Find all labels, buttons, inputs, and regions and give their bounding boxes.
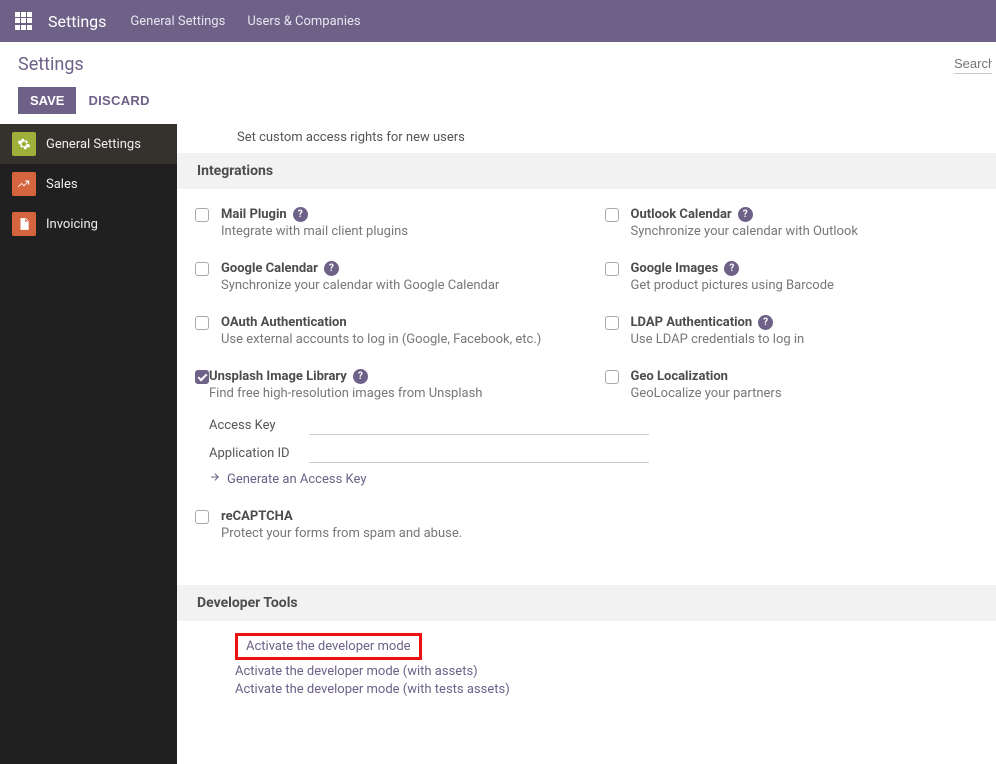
help-icon[interactable]: ? <box>353 369 368 384</box>
setting-desc: Use external accounts to log in (Google,… <box>221 332 573 347</box>
invoice-icon <box>12 212 36 236</box>
checkbox-geo[interactable] <box>605 370 619 384</box>
sidebar-item-label: General Settings <box>46 137 141 152</box>
setting-google-calendar: Google Calendar? Synchronize your calend… <box>177 253 587 307</box>
help-icon[interactable]: ? <box>324 261 339 276</box>
checkbox-google-images[interactable] <box>605 262 619 276</box>
setting-title: Mail Plugin <box>221 207 287 222</box>
content: Set custom access rights for new users I… <box>177 124 996 764</box>
activate-dev-mode-assets-link[interactable]: Activate the developer mode (with assets… <box>235 664 996 679</box>
setting-ldap: LDAP Authentication? Use LDAP credential… <box>587 307 996 361</box>
application-id-label: Application ID <box>209 446 309 461</box>
access-key-label: Access Key <box>209 418 309 433</box>
activate-dev-mode-tests-link[interactable]: Activate the developer mode (with tests … <box>235 682 996 697</box>
search-wrap <box>954 54 992 74</box>
checkbox-outlook-calendar[interactable] <box>605 208 619 222</box>
setting-recaptcha: reCAPTCHA Protect your forms from spam a… <box>177 501 587 555</box>
setting-desc: Synchronize your calendar with Google Ca… <box>221 278 573 293</box>
help-icon[interactable]: ? <box>758 315 773 330</box>
checkbox-mail-plugin[interactable] <box>195 208 209 222</box>
setting-title: Geo Localization <box>631 369 728 384</box>
activate-dev-mode-link[interactable]: Activate the developer mode <box>235 633 422 660</box>
integrations-grid: Mail Plugin? Integrate with mail client … <box>177 189 996 555</box>
sidebar-item-invoicing[interactable]: Invoicing <box>0 204 177 244</box>
help-icon[interactable]: ? <box>293 207 308 222</box>
setting-desc: Synchronize your calendar with Outlook <box>631 224 983 239</box>
discard-button[interactable]: DISCARD <box>88 93 149 108</box>
setting-desc: Protect your forms from spam and abuse. <box>221 526 573 541</box>
prev-setting-desc: Set custom access rights for new users <box>177 124 996 153</box>
app-title: Settings <box>48 12 106 31</box>
setting-title: Google Images <box>631 261 719 276</box>
action-row: SAVE DISCARD <box>0 81 996 124</box>
setting-title: reCAPTCHA <box>221 509 293 524</box>
sidebar: General Settings Sales Invoicing <box>0 124 177 764</box>
generate-access-key-label: Generate an Access Key <box>227 472 366 487</box>
nav-users-companies[interactable]: Users & Companies <box>247 14 360 29</box>
setting-title: Unsplash Image Library <box>209 369 347 384</box>
setting-desc: Use LDAP credentials to log in <box>631 332 983 347</box>
setting-outlook-calendar: Outlook Calendar? Synchronize your calen… <box>587 199 996 253</box>
setting-mail-plugin: Mail Plugin? Integrate with mail client … <box>177 199 587 253</box>
apps-icon[interactable] <box>14 11 34 31</box>
setting-desc: Integrate with mail client plugins <box>221 224 573 239</box>
setting-geo-localization: Geo Localization GeoLocalize your partne… <box>587 361 996 501</box>
save-button[interactable]: SAVE <box>18 87 76 114</box>
setting-google-images: Google Images? Get product pictures usin… <box>587 253 996 307</box>
sidebar-item-label: Sales <box>46 177 78 192</box>
setting-desc: GeoLocalize your partners <box>631 386 983 401</box>
setting-title: OAuth Authentication <box>221 315 347 330</box>
checkbox-oauth[interactable] <box>195 316 209 330</box>
setting-title: Google Calendar <box>221 261 318 276</box>
arrow-right-icon <box>209 471 221 487</box>
checkbox-google-calendar[interactable] <box>195 262 209 276</box>
checkbox-unsplash[interactable] <box>195 370 209 384</box>
sidebar-item-sales[interactable]: Sales <box>0 164 177 204</box>
setting-unsplash: Unsplash Image Library? Find free high-r… <box>177 361 587 501</box>
gear-icon <box>12 132 36 156</box>
setting-oauth: OAuth Authentication Use external accoun… <box>177 307 587 361</box>
help-icon[interactable]: ? <box>724 261 739 276</box>
section-integrations-header: Integrations <box>177 153 996 189</box>
devtools-links: Activate the developer mode Activate the… <box>177 621 996 712</box>
chart-icon <box>12 172 36 196</box>
checkbox-ldap[interactable] <box>605 316 619 330</box>
generate-access-key-link[interactable]: Generate an Access Key <box>209 471 649 487</box>
breadcrumb: Settings <box>18 54 978 75</box>
search-input[interactable] <box>954 54 992 74</box>
sidebar-item-general-settings[interactable]: General Settings <box>0 124 177 164</box>
section-devtools-header: Developer Tools <box>177 585 996 621</box>
setting-title: LDAP Authentication <box>631 315 753 330</box>
help-icon[interactable]: ? <box>738 207 753 222</box>
setting-desc: Find free high-resolution images from Un… <box>209 386 649 401</box>
subheader: Settings <box>0 42 996 81</box>
checkbox-recaptcha[interactable] <box>195 510 209 524</box>
nav-general-settings[interactable]: General Settings <box>130 14 225 29</box>
setting-title: Outlook Calendar <box>631 207 732 222</box>
sidebar-item-label: Invoicing <box>46 217 98 232</box>
top-nav: Settings General Settings Users & Compan… <box>0 0 996 42</box>
setting-desc: Get product pictures using Barcode <box>631 278 983 293</box>
